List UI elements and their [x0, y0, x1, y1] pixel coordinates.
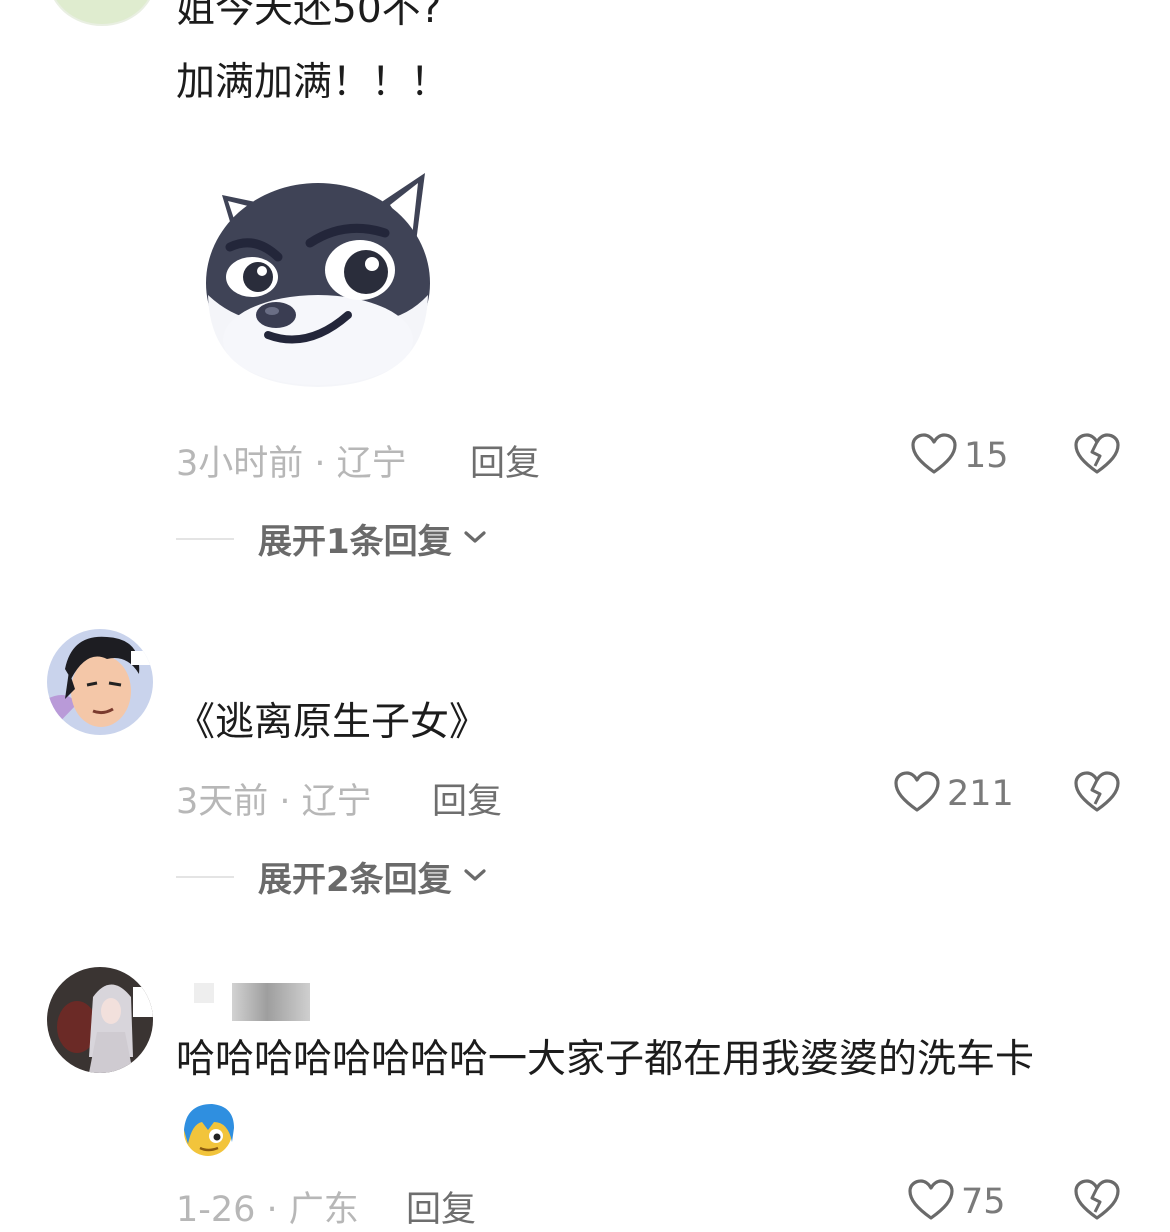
comment-time-location: 3小时前 · 辽宁: [176, 444, 407, 484]
avatar[interactable]: [47, 967, 153, 1073]
reply-button[interactable]: 回复: [470, 435, 540, 486]
avatar[interactable]: [48, 0, 156, 26]
expand-replies-button[interactable]: 展开2条回复: [176, 852, 488, 901]
husky-sticker: [200, 165, 435, 395]
like-button[interactable]: 211: [893, 770, 1014, 818]
expand-replies-label: 展开2条回复: [258, 860, 452, 900]
divider: [176, 537, 234, 540]
reply-button[interactable]: 回复: [432, 773, 502, 824]
comment-text: 《逃离原生子女》: [176, 700, 489, 745]
heart-icon: [907, 1178, 955, 1226]
heart-icon: [893, 770, 941, 818]
heart-icon: [910, 432, 958, 480]
comment-time-location: 1-26 · 广东: [176, 1190, 359, 1230]
blue-hair-face-emoji: [178, 1100, 238, 1160]
expand-replies-button[interactable]: 展开1条回复: [176, 514, 488, 563]
broken-heart-icon: [1073, 771, 1121, 818]
avatar[interactable]: [47, 629, 153, 735]
comment-text: 哈哈哈哈哈哈哈哈一大家子都在用我婆婆的洗车卡: [176, 1037, 1035, 1082]
broken-heart-icon: [1073, 433, 1121, 480]
comment-time-location: 3天前 · 辽宁: [176, 782, 372, 822]
like-count: 75: [961, 1182, 1006, 1222]
like-button[interactable]: 15: [910, 432, 1009, 480]
broken-heart-icon: [1073, 1179, 1121, 1226]
like-count: 211: [947, 774, 1014, 814]
like-button[interactable]: 75: [907, 1178, 1006, 1226]
dislike-button[interactable]: [1073, 432, 1121, 480]
comment-text: 姐今天还50不?: [176, 0, 442, 32]
comment-text: 加满加满！！！: [176, 60, 450, 105]
username-blurred[interactable]: [194, 983, 310, 1021]
expand-replies-label: 展开1条回复: [258, 522, 452, 562]
divider: [176, 875, 234, 878]
chevron-down-icon: [462, 528, 488, 550]
reply-button[interactable]: 回复: [406, 1181, 476, 1232]
like-count: 15: [964, 436, 1009, 476]
dislike-button[interactable]: [1073, 1178, 1121, 1226]
chevron-down-icon: [462, 866, 488, 888]
dislike-button[interactable]: [1073, 770, 1121, 818]
